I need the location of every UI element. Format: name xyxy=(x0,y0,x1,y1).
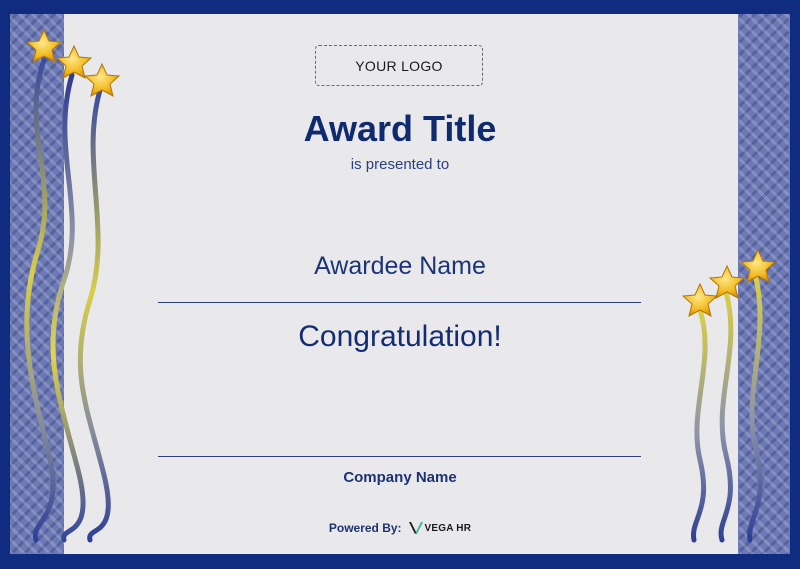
brand-name: VEGA HR xyxy=(424,522,472,534)
presented-to-text: is presented to xyxy=(350,156,450,173)
powered-by-label: Powered By: xyxy=(328,521,402,535)
company-name: Company Name xyxy=(343,469,457,486)
brand-logo[interactable]: VEGA HR xyxy=(408,520,472,536)
powered-by: Powered By: VEGA HR xyxy=(0,520,800,536)
awardee-divider xyxy=(158,302,641,303)
signature-divider xyxy=(158,456,641,457)
vega-hr-logo-icon xyxy=(408,522,423,534)
award-title: Award Title xyxy=(303,108,497,149)
logo-placeholder[interactable]: YOUR LOGO xyxy=(315,45,483,86)
awardee-name: Awardee Name xyxy=(314,252,486,280)
congratulation-message: Congratulation! xyxy=(298,320,502,353)
